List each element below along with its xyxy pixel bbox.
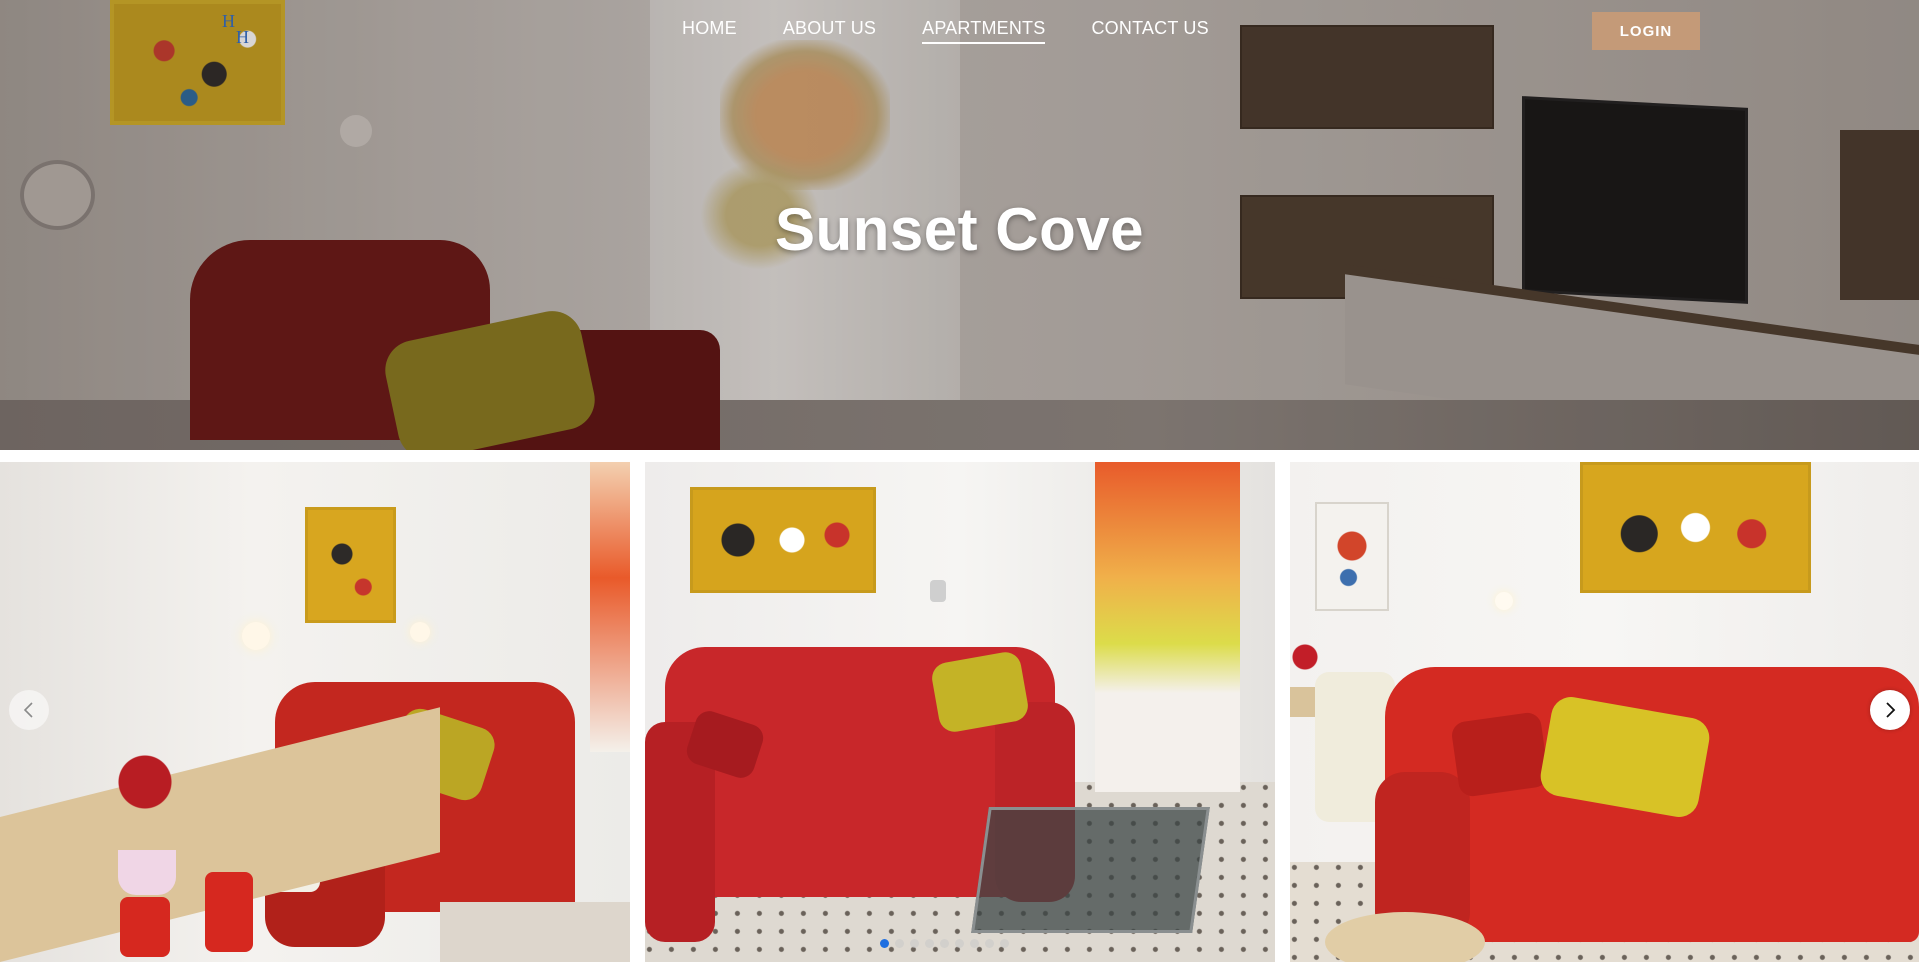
carousel-dot[interactable] (1000, 939, 1009, 948)
login-button[interactable]: LOGIN (1592, 12, 1700, 50)
carousel-dot[interactable] (970, 939, 979, 948)
carousel-dot[interactable] (955, 939, 964, 948)
nav-apartments[interactable]: APARTMENTS (922, 18, 1046, 44)
chevron-right-icon (1886, 702, 1896, 718)
carousel-pagination (880, 939, 1009, 949)
hero-banner: Sunset Cove (0, 0, 1919, 450)
apartment-gallery-carousel (0, 462, 1919, 962)
carousel-dot[interactable] (985, 939, 994, 948)
carousel-dot[interactable] (940, 939, 949, 948)
gallery-slide[interactable] (645, 462, 1275, 962)
chevron-left-icon (23, 702, 33, 718)
hh-logo-icon[interactable]: H H (220, 8, 262, 50)
carousel-prev-button[interactable] (9, 690, 49, 730)
gallery-slide[interactable] (0, 462, 630, 962)
carousel-dot[interactable] (910, 939, 919, 948)
carousel-dot[interactable] (880, 939, 889, 948)
page-title: Sunset Cove (775, 196, 1144, 263)
nav-contact-us[interactable]: CONTACT US (1091, 18, 1208, 42)
nav-about-us[interactable]: ABOUT US (783, 18, 876, 42)
carousel-next-button[interactable] (1870, 690, 1910, 730)
carousel-dot[interactable] (895, 939, 904, 948)
carousel-dot[interactable] (925, 939, 934, 948)
gallery-slide[interactable] (1290, 462, 1919, 962)
nav-home[interactable]: HOME (682, 18, 737, 42)
